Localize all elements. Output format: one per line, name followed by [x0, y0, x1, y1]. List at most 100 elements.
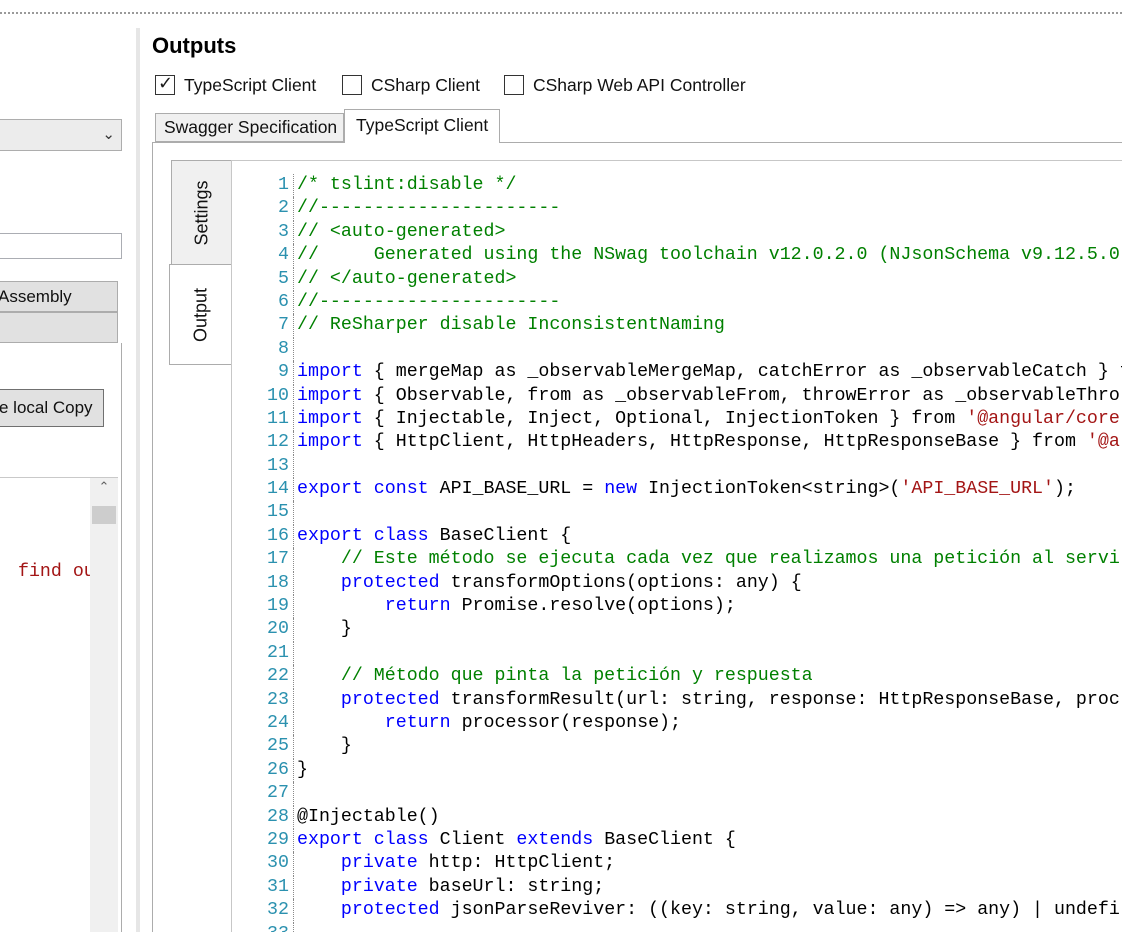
gutter-guide: [293, 220, 294, 245]
chevron-down-icon[interactable]: ⌄: [102, 125, 115, 143]
code-line: 19 return Promise.resolve(options);: [232, 595, 1122, 619]
checkbox-box[interactable]: [342, 75, 362, 95]
line-number: 27: [267, 783, 289, 804]
code-line: 27: [232, 782, 1122, 806]
code-token: private: [340, 876, 418, 897]
line-number: 8: [278, 338, 289, 359]
secondary-button[interactable]: [0, 312, 118, 343]
code-token: Client: [428, 829, 517, 850]
checkbox-csharp-web-api-controller[interactable]: CSharp Web API Controller: [504, 74, 746, 96]
code-token: import: [297, 432, 363, 453]
code-token: // </auto-generated>: [297, 268, 517, 289]
code-token: extends: [516, 829, 594, 850]
local-copy-button[interactable]: e local Copy: [0, 389, 104, 427]
code-token: API_BASE_URL =: [428, 479, 605, 500]
left-vertical-scrollbar[interactable]: ⌃: [90, 478, 118, 932]
code-line: 14 export const API_BASE_URL = new Inject…: [232, 478, 1122, 502]
code-text: return processor(response);: [297, 712, 681, 735]
code-token: BaseClient {: [593, 829, 736, 850]
code-token: return: [384, 712, 451, 733]
line-number: 17: [267, 549, 289, 570]
gutter-guide: [293, 571, 294, 596]
code-token: }: [297, 619, 352, 640]
code-line: 2 //----------------------: [232, 197, 1122, 221]
code-line: 16 export class BaseClient {: [232, 524, 1122, 549]
code-line: 33: [232, 922, 1122, 932]
code-text: @Injectable(): [297, 806, 440, 829]
checkbox-box[interactable]: ✓: [155, 73, 175, 95]
outputs-heading: Outputs: [152, 33, 237, 58]
assembly-button[interactable]: Assembly: [0, 281, 118, 312]
code-token: // ReSharper disable InconsistentNaming: [297, 315, 725, 336]
scrollbar-thumb[interactable]: [92, 506, 116, 524]
checkbox-csharp-client[interactable]: CSharp Client: [342, 74, 480, 96]
side-tab-label: Settings: [191, 179, 211, 246]
line-number: 4: [278, 245, 289, 266]
code-line: 9 import { mergeMap as _observableMergeMa…: [232, 361, 1122, 385]
gutter-guide: [293, 174, 294, 198]
code-line: 6 //----------------------: [232, 290, 1122, 315]
line-number: 2: [278, 198, 289, 219]
code-token: //----------------------: [297, 198, 561, 219]
code-editor[interactable]: 1 /* tslint:disable */ 2 //----------------…: [231, 160, 1122, 932]
code-line: 17 // Este método se ejecuta cada vez qu…: [232, 548, 1122, 572]
gutter-guide: [293, 501, 294, 525]
code-line: 1 /* tslint:disable */: [232, 174, 1122, 198]
code-text: import { Observable, from as _observable…: [297, 385, 1120, 408]
code-text: // ReSharper disable InconsistentNaming: [297, 314, 725, 337]
left-textbox[interactable]: [0, 233, 122, 259]
gutter-guide: [293, 899, 294, 923]
code-line: 25 }: [232, 735, 1122, 759]
code-line: 7 // ReSharper disable InconsistentNaming: [232, 314, 1122, 338]
line-number: 21: [267, 642, 289, 663]
side-tab-output[interactable]: Output: [169, 264, 231, 365]
code-text: // <auto-generated>: [297, 221, 505, 244]
code-line: 4 // Generated using the NSwag toolchain …: [232, 244, 1122, 268]
code-token: import: [297, 408, 363, 429]
code-token: '@angular/core: [966, 408, 1120, 429]
code-line: 20 }: [232, 618, 1122, 642]
code-text: // Este método se ejecuta cada vez que r…: [297, 548, 1120, 571]
gutter-guide: [293, 197, 294, 221]
side-tab-settings[interactable]: Settings: [171, 160, 231, 265]
line-number: 7: [278, 315, 289, 336]
gutter-guide: [293, 875, 294, 900]
tab-swagger-specification[interactable]: Swagger Specification: [155, 113, 344, 142]
code-text: // </auto-generated>: [297, 268, 516, 291]
code-line: 22 // Método que pinta la petición y res…: [232, 665, 1122, 689]
scroll-up-arrow-icon[interactable]: ⌃: [90, 480, 118, 502]
code-line: 21: [232, 641, 1122, 666]
gutter-guide: [293, 478, 294, 502]
checkbox-label: CSharp Client: [371, 74, 480, 95]
code-token: http: HttpClient;: [417, 853, 616, 874]
code-text: export class Client extends BaseClient {: [297, 829, 736, 852]
code-token: /* tslint:disable */: [297, 175, 517, 195]
code-token: }: [297, 736, 352, 757]
code-token: InjectionToken<string>(: [637, 479, 901, 500]
code-token: );: [1054, 479, 1076, 500]
line-number: 5: [278, 268, 289, 289]
left-combobox[interactable]: ⌄: [0, 119, 122, 151]
gutter-guide: [293, 361, 294, 385]
code-token: export const: [297, 479, 429, 500]
code-token: //----------------------: [297, 291, 561, 312]
panel-splitter[interactable]: [136, 28, 140, 932]
code-line: 26}: [232, 758, 1122, 783]
code-token: { Injectable, Inject, Optional, Injectio…: [362, 408, 967, 429]
line-number: 15: [267, 502, 289, 523]
tab-typescript-client[interactable]: TypeScript Client: [344, 109, 500, 143]
code-token: // Este método se ejecuta cada vez que r…: [340, 549, 1120, 570]
checkbox-box[interactable]: [504, 75, 524, 95]
checkbox-typescript-client[interactable]: ✓ TypeScript Client: [155, 73, 316, 96]
code-lines: 1 /* tslint:disable */ 2 //----------------…: [232, 174, 1122, 932]
code-token: }: [297, 759, 308, 780]
line-number: 23: [267, 689, 289, 710]
code-token: { HttpClient, HttpHeaders, HttpResponse,…: [362, 432, 1087, 453]
code-text: protected transformResult(url: string, r…: [297, 689, 1120, 712]
line-number: 12: [267, 432, 289, 453]
gutter-guide: [293, 314, 294, 338]
gutter-guide: [293, 267, 294, 291]
code-token: transformOptions(options: any) {: [439, 572, 802, 593]
